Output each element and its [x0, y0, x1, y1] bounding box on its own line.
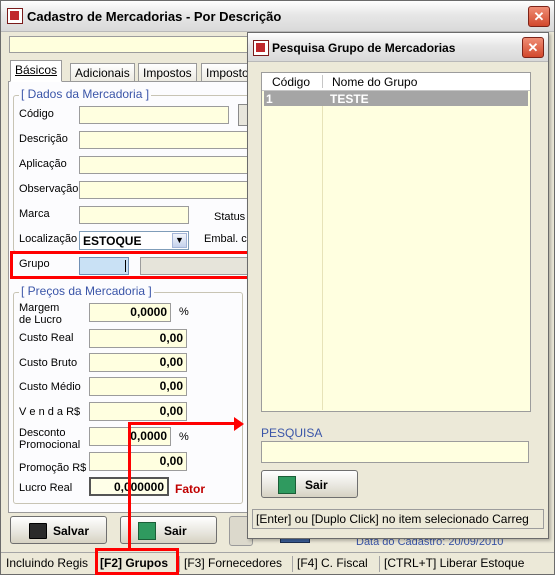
- status-f3-fornecedores[interactable]: [F3] Fornecedores: [181, 556, 293, 572]
- custo-medio-input[interactable]: 0,00: [89, 377, 187, 396]
- promocao-label: Promoção R$: [19, 462, 87, 474]
- salvar-button[interactable]: Salvar: [10, 516, 107, 544]
- custo-real-input[interactable]: 0,00: [89, 329, 187, 348]
- localizacao-select[interactable]: ESTOQUE ▼: [79, 231, 189, 250]
- save-icon: [29, 523, 47, 539]
- grupo-highlight-box: [10, 251, 255, 279]
- dialog-sair-label: Sair: [305, 478, 328, 492]
- marca-label: Marca: [19, 208, 50, 220]
- desconto-label: Desconto Promocional: [19, 427, 81, 451]
- salvar-label: Salvar: [53, 524, 90, 538]
- grid-column-line: [322, 106, 323, 410]
- exit-icon: [278, 476, 296, 494]
- exit-icon: [138, 522, 156, 540]
- fator-label: Fator: [175, 482, 205, 496]
- main-titlebar: Cadastro de Mercadorias - Por Descrição …: [1, 1, 554, 32]
- embal-label: Embal. co: [204, 233, 253, 245]
- chevron-down-icon[interactable]: ▼: [172, 233, 187, 248]
- margem-unit: %: [179, 306, 189, 318]
- row-nome: TESTE: [330, 92, 369, 106]
- aplicacao-label: Aplicação: [19, 158, 67, 170]
- desconto-unit: %: [179, 431, 189, 443]
- status-mode: Incluindo Regis: [3, 556, 97, 572]
- dialog-sair-button[interactable]: Sair: [261, 470, 358, 498]
- margem-input[interactable]: 0,0000: [89, 303, 171, 322]
- tab-impostos[interactable]: Impostos: [138, 63, 197, 82]
- codigo-input[interactable]: [79, 106, 229, 124]
- tab-impostos-2[interactable]: Imposto: [201, 63, 251, 82]
- column-header-codigo[interactable]: Código: [272, 75, 310, 89]
- localizacao-label: Localização: [19, 233, 78, 245]
- group-search-input[interactable]: [261, 441, 529, 463]
- row-codigo: 1: [266, 92, 273, 106]
- margem-label: Margem de Lucro: [19, 302, 62, 326]
- dialog-close-icon[interactable]: ✕: [522, 37, 544, 58]
- column-header-nome[interactable]: Nome do Grupo: [332, 75, 417, 89]
- dialog-app-icon: [253, 40, 269, 56]
- status-label: Status: [214, 211, 246, 223]
- search-label: PESQUISA: [261, 426, 323, 440]
- dialog-hint: [Enter] ou [Duplo Click] no item selecio…: [256, 512, 529, 526]
- tab-basicos[interactable]: Básicos: [10, 60, 63, 82]
- column-divider: [322, 75, 323, 88]
- dialog-hint-panel: [Enter] ou [Duplo Click] no item selecio…: [252, 509, 544, 529]
- custo-medio-label: Custo Médio: [19, 381, 81, 393]
- f2-highlight-box: [95, 548, 179, 575]
- connector-horizontal: [128, 422, 236, 425]
- descricao-label: Descrição: [19, 133, 68, 145]
- connector-vertical: [128, 422, 131, 548]
- status-bar: Incluindo Regis [F2] Grupos [F3] Fornece…: [1, 552, 554, 575]
- localizacao-value: ESTOQUE: [83, 234, 142, 248]
- venda-input[interactable]: 0,00: [89, 402, 187, 421]
- group-table[interactable]: Código Nome do Grupo 1 TESTE: [261, 72, 531, 412]
- dados-group-title: [ Dados da Mercadoria ]: [19, 87, 152, 101]
- observacao-input[interactable]: [79, 181, 251, 199]
- custo-bruto-input[interactable]: 0,00: [89, 353, 187, 372]
- lucro-real-label: Lucro Real: [19, 482, 73, 494]
- arrow-head-icon: [234, 417, 244, 431]
- aplicacao-input[interactable]: [79, 156, 251, 174]
- status-ctrl-t[interactable]: [CTRL+T] Liberar Estoque: [381, 556, 551, 572]
- custo-real-label: Custo Real: [19, 332, 74, 344]
- marca-input[interactable]: [79, 206, 189, 224]
- status-f4-fiscal[interactable]: [F4] C. Fiscal: [294, 556, 380, 572]
- close-icon[interactable]: ✕: [528, 6, 550, 27]
- table-row[interactable]: 1 TESTE: [264, 91, 528, 106]
- precos-group-title: [ Preços da Mercadoria ]: [19, 284, 154, 298]
- sair-label: Sair: [164, 524, 187, 538]
- promocao-input[interactable]: 0,00: [89, 452, 187, 471]
- observacao-label: Observação: [19, 183, 79, 195]
- app-icon: [7, 8, 23, 24]
- table-header: Código Nome do Grupo: [262, 73, 530, 91]
- custo-bruto-label: Custo Bruto: [19, 357, 78, 369]
- dialog-title: Pesquisa Grupo de Mercadorias: [272, 41, 456, 55]
- descricao-input[interactable]: [79, 131, 251, 149]
- description-search-input[interactable]: [9, 36, 254, 53]
- sair-button[interactable]: Sair: [120, 516, 217, 544]
- codigo-label: Código: [19, 108, 54, 120]
- dialog-titlebar: Pesquisa Grupo de Mercadorias ✕: [248, 33, 548, 62]
- tab-adicionais[interactable]: Adicionais: [70, 63, 135, 82]
- main-title: Cadastro de Mercadorias - Por Descrição: [27, 9, 282, 24]
- venda-label: V e n d a R$: [19, 406, 81, 418]
